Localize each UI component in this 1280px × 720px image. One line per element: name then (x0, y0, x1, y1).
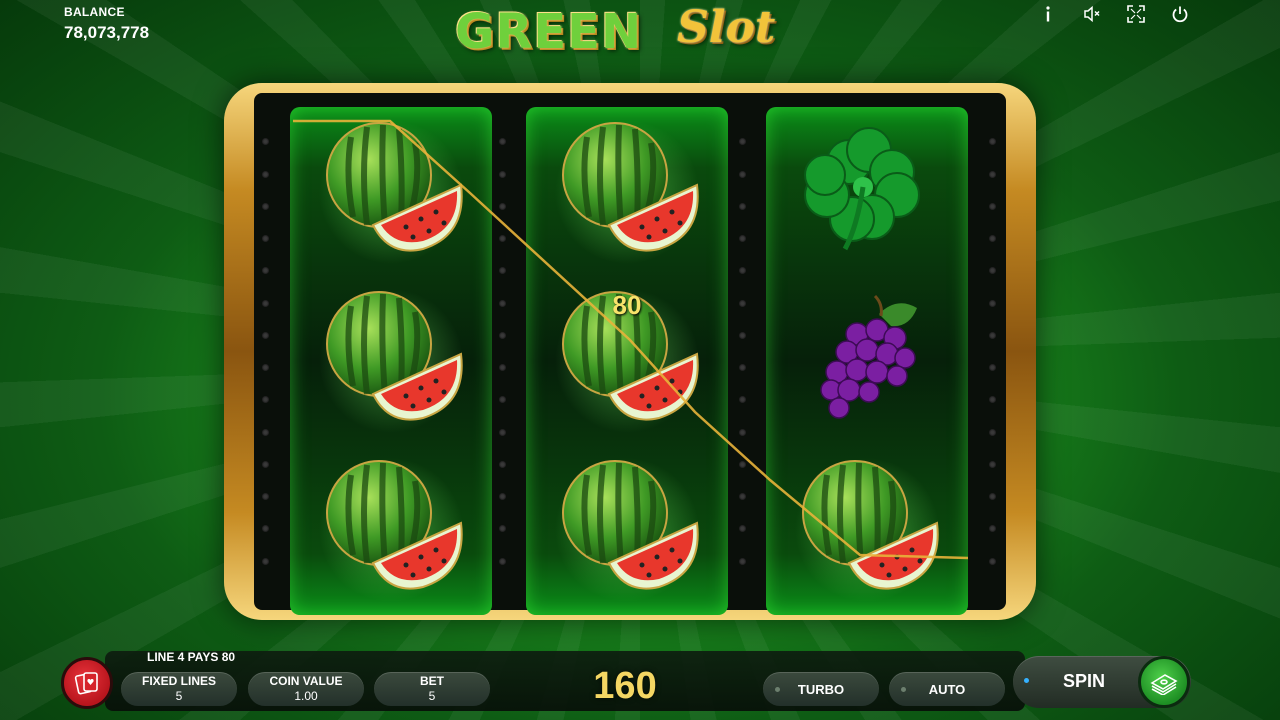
coin-value-value: 1.00 (294, 689, 318, 703)
watermelon-icon (311, 286, 471, 436)
grapes-icon (787, 286, 947, 436)
logo-text-green: GREEN (455, 4, 643, 60)
reel-2: 80 (526, 107, 728, 615)
clover-icon (787, 117, 947, 267)
gamble-cards-button[interactable] (61, 657, 113, 709)
reel-3-symbol-1 (766, 107, 968, 276)
watermelon-icon (547, 455, 707, 605)
coin-value-control[interactable]: COIN VALUE 1.00 (248, 672, 364, 706)
bet-label: BET (420, 674, 444, 688)
cards-icon (74, 672, 98, 695)
reel-1-symbol-3 (290, 445, 492, 614)
spin-indicator (1024, 678, 1029, 683)
sound-muted-icon[interactable] (1082, 4, 1102, 24)
reel-frame: 80 (224, 83, 1036, 620)
reel-frame-inner: 80 (254, 93, 1006, 615)
reel-2-symbol-1 (526, 107, 728, 276)
auto-label: AUTO (928, 681, 966, 697)
bet-value: 5 (428, 689, 436, 703)
frame-bolts-divider-2 (739, 93, 747, 610)
watermelon-icon (311, 117, 471, 267)
auto-indicator (901, 687, 906, 692)
reel-2-symbol-2: 80 (526, 276, 728, 445)
turbo-label: TURBO (797, 681, 845, 697)
watermelon-icon (547, 117, 707, 267)
turbo-button[interactable]: TURBO (763, 672, 879, 706)
logo-text-slot: Slot (677, 2, 776, 53)
frame-bolts-left (262, 93, 270, 610)
game-logo: GREEN Slot (455, 2, 800, 62)
frame-bolts-divider-1 (499, 93, 507, 610)
reel-3 (766, 107, 968, 615)
fixed-lines-label: FIXED LINES (141, 674, 216, 688)
fixed-lines-value: 5 (175, 689, 183, 703)
fullscreen-icon[interactable] (1126, 4, 1146, 24)
frame-bolts-right (989, 93, 997, 610)
coin-value-label: COIN VALUE (269, 674, 343, 688)
reel-3-symbol-2 (766, 276, 968, 445)
line-pays-message: LINE 4 PAYS 80 (147, 650, 236, 664)
reel-1 (290, 107, 492, 615)
watermelon-icon (787, 455, 947, 605)
turbo-indicator (775, 687, 780, 692)
balance-value: 78,073,778 (64, 23, 150, 42)
spin-button[interactable] (1138, 656, 1190, 708)
symbol-win-value: 80 (612, 290, 642, 320)
win-total: 160 (593, 665, 657, 707)
auto-button[interactable]: AUTO (889, 672, 1005, 706)
spin-label: SPIN (1063, 671, 1106, 691)
power-icon[interactable] (1170, 4, 1190, 24)
reel-2-symbol-3 (526, 445, 728, 614)
watermelon-icon (311, 455, 471, 605)
reel-1-symbol-1 (290, 107, 492, 276)
balance-label: BALANCE (64, 5, 125, 19)
money-stack-icon (1150, 674, 1178, 695)
bet-control[interactable]: BET 5 (374, 672, 490, 706)
reel-1-symbol-2 (290, 276, 492, 445)
fixed-lines-control[interactable]: FIXED LINES 5 (121, 672, 237, 706)
top-toolbar (1038, 4, 1190, 24)
reel-3-symbol-3 (766, 445, 968, 614)
info-icon[interactable] (1038, 4, 1058, 24)
